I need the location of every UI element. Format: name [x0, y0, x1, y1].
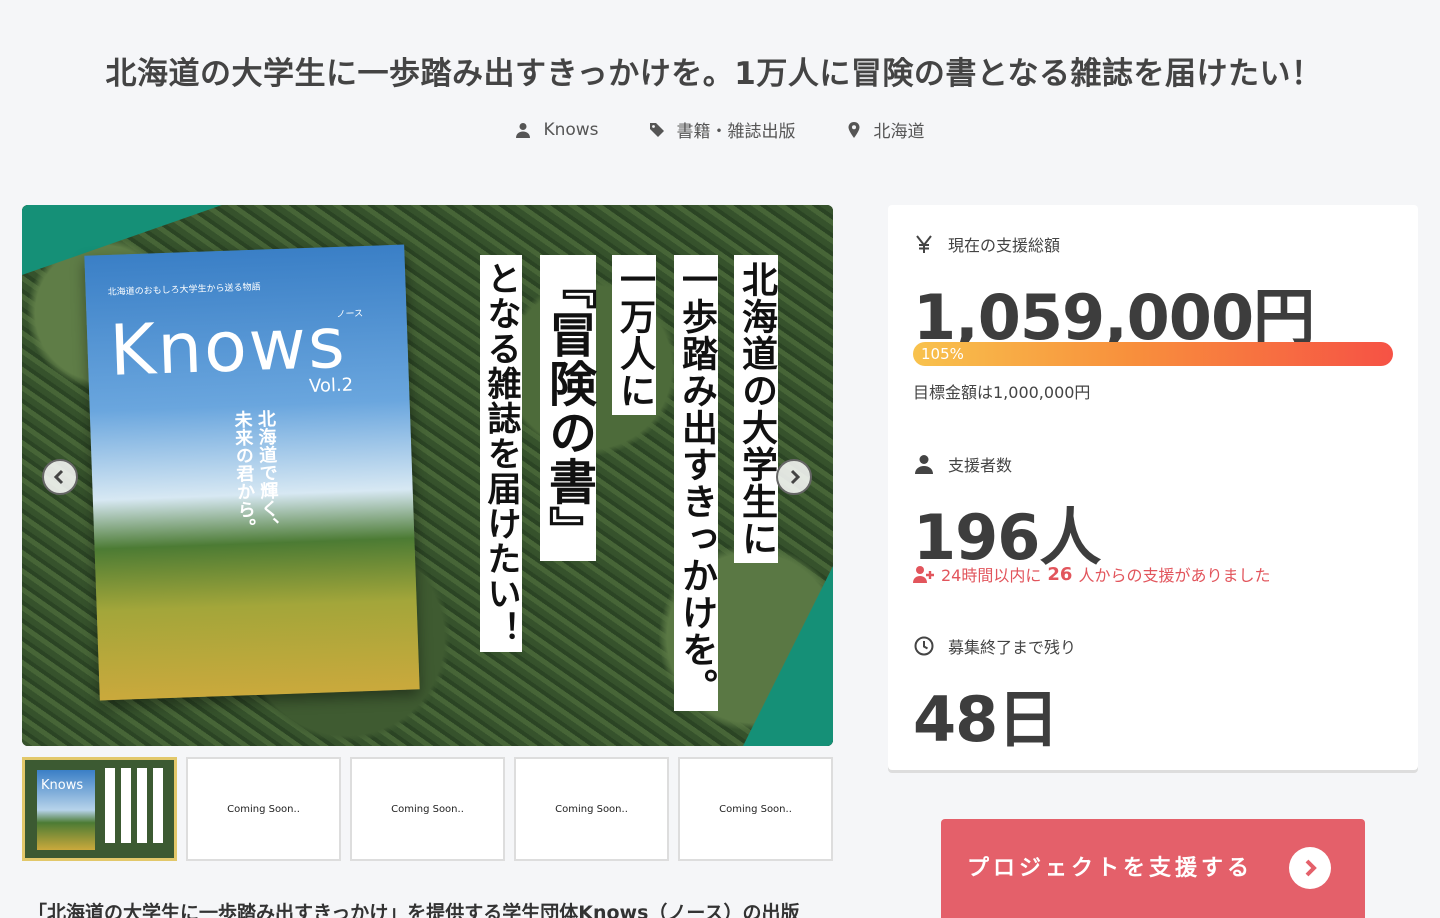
category-link[interactable]: 書籍・雑誌出版: [649, 117, 796, 142]
hero-image: 北海道のおもしろ大学生から送る物語 Knows ノース Vol.2 北海道で輝く…: [22, 205, 833, 746]
support-project-button[interactable]: プロジェクトを支援する: [941, 819, 1365, 918]
supporters-label: 支援者数: [914, 452, 1012, 476]
progress-bar: 105%: [913, 342, 1393, 366]
progress-text: 105%: [921, 345, 964, 363]
recent-supporters: 24時間以内に 26 人からの支援がありました: [913, 562, 1270, 586]
owner-name: Knows: [543, 119, 599, 140]
thumbnail-1[interactable]: Knows: [22, 757, 177, 861]
hero-column: 『冒険の書』: [540, 255, 596, 561]
remaining-label: 募集終了まで残り: [914, 634, 1076, 658]
amount-label-text: 現在の支援総額: [948, 236, 1061, 255]
project-excerpt: 「北海道の大学生に一歩踏み出すきっかけ」を提供する学生団体Knows（ノース）の…: [28, 902, 800, 918]
goal-text: 目標金額は1,000,000円: [913, 383, 1091, 402]
stats-card: 現在の支援総額 1,059,000円 105% 目標金額は1,000,000円 …: [888, 205, 1418, 770]
hero-column: となる雑誌を届けたい！: [480, 255, 522, 652]
amount-label: 現在の支援総額: [914, 232, 1060, 256]
magazine-sub: ノース: [336, 309, 364, 320]
prev-slide-button[interactable]: [42, 459, 78, 495]
user-icon: [516, 122, 531, 138]
teal-corner: [743, 566, 833, 746]
thumbnail-logo: Knows: [41, 778, 84, 793]
magazine-small-text: 北海道のおもしろ大学生から送る物語: [107, 282, 261, 298]
thumbnail-3[interactable]: Coming Soon..: [350, 757, 505, 861]
recent-count: 26: [1047, 563, 1073, 585]
project-meta: Knows 書籍・雑誌出版 北海道: [0, 117, 1440, 142]
map-pin-icon: [848, 121, 860, 138]
magazine-vol: Vol.2: [308, 374, 354, 397]
users-plus-icon: [913, 566, 934, 583]
remaining-label-text: 募集終了まで残り: [948, 638, 1077, 657]
next-slide-button[interactable]: [776, 459, 812, 495]
user-icon: [915, 455, 933, 474]
hero-column: 一歩踏み出すきっかけを。: [674, 255, 718, 711]
thumbnail-4[interactable]: Coming Soon..: [514, 757, 669, 861]
yen-icon: [916, 235, 932, 253]
support-button-label: プロジェクトを支援する: [967, 855, 1254, 881]
tag-icon: [649, 122, 664, 137]
location-name: 北海道: [873, 122, 925, 142]
arrow-circle-icon: [1289, 847, 1331, 889]
thumbnail-strip: Knows Coming Soon.. Coming Soon.. Coming…: [22, 757, 833, 861]
recent-suffix: 人からの支援がありました: [1078, 566, 1271, 585]
chevron-right-icon: [790, 469, 801, 485]
remaining-value: 48日: [913, 683, 1059, 756]
hero-column: 北海道の大学生に: [734, 255, 778, 563]
thumbnail-2[interactable]: Coming Soon..: [186, 757, 341, 861]
supporters-label-text: 支援者数: [948, 456, 1013, 475]
magazine-cover: 北海道のおもしろ大学生から送る物語 Knows ノース Vol.2 北海道で輝く…: [84, 244, 420, 701]
owner-link[interactable]: Knows: [515, 117, 599, 142]
thumbnail-5[interactable]: Coming Soon..: [678, 757, 833, 861]
magazine-tagline: 北海道で輝く、 未来の君から。: [231, 409, 280, 537]
project-title: 北海道の大学生に一歩踏み出すきっかけを。1万人に冒険の書となる雑誌を届けたい！: [105, 56, 1323, 92]
location-link[interactable]: 北海道: [846, 117, 925, 142]
category-name: 書籍・雑誌出版: [676, 122, 796, 142]
chevron-left-icon: [53, 469, 64, 485]
hero-column: 一万人に: [612, 255, 656, 415]
recent-prefix: 24時間以内に: [941, 566, 1042, 585]
clock-icon: [914, 636, 934, 656]
